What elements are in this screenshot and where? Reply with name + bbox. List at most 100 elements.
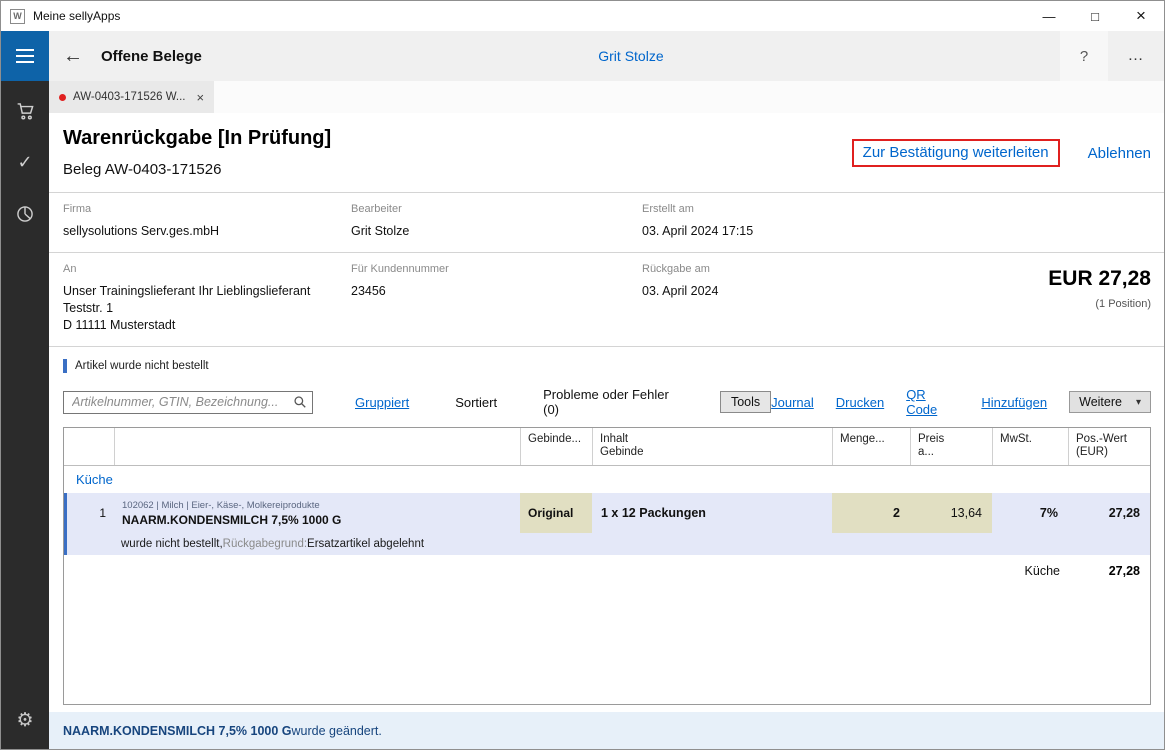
journal-link[interactable]: Journal	[771, 395, 814, 410]
preis-cell[interactable]: 13,64	[910, 493, 992, 533]
add-item-link[interactable]: Hinzufügen	[981, 395, 1047, 410]
pos-wert-cell: 27,28	[1068, 493, 1150, 533]
tab-label: AW-0403-171526 W...	[73, 91, 186, 103]
status-message: wurde geändert.	[292, 724, 382, 738]
field-label: An	[63, 263, 351, 275]
field-value: Grit Stolze	[351, 223, 642, 240]
document-tab[interactable]: AW-0403-171526 W... ×	[49, 81, 214, 113]
document-header: Warenrückgabe [In Prüfung] Beleg AW-0403…	[49, 113, 1164, 178]
row-number: 1	[64, 493, 114, 533]
position-count: (1 Position)	[872, 298, 1151, 310]
not-ordered-indicator-icon	[63, 359, 67, 373]
field-value: 03. April 2024 17:15	[642, 223, 1151, 240]
close-window-button[interactable]: ×	[1118, 1, 1164, 31]
item-toolbar: Gruppiert Sortiert Probleme oder Fehler …	[49, 384, 1164, 427]
note-reason-value: Ersatzartikel abgelehnt	[307, 538, 424, 550]
field-rueckgabe-am: Rückgabe am 03. April 2024	[642, 263, 872, 334]
items-table: Gebinde... Inhalt Gebinde Menge... Preis…	[63, 427, 1151, 705]
summary-group-value: 27,28	[1068, 564, 1150, 578]
page-title: Offene Belege	[101, 48, 202, 65]
table-header-row: Gebinde... Inhalt Gebinde Menge... Preis…	[64, 428, 1150, 466]
field-erstellt-am: Erstellt am 03. April 2024 17:15	[642, 203, 1151, 240]
cart-icon	[15, 100, 36, 121]
legend-label: Artikel wurde nicht bestellt	[75, 360, 209, 372]
chevron-down-icon: ▾	[1136, 397, 1141, 408]
table-empty-area	[64, 587, 1150, 704]
total-amount: EUR 27,28	[872, 267, 1151, 291]
table-header-empty	[64, 428, 114, 465]
group-label: Küche	[76, 472, 113, 487]
gebinde-cell[interactable]: Original	[520, 493, 592, 533]
field-label: Für Kundennummer	[351, 263, 642, 275]
app-window: W Meine sellyApps — □ × ✓	[0, 0, 1165, 750]
tab-close-icon[interactable]: ×	[197, 90, 205, 105]
main-area: ← Offene Belege Grit Stolze ? … AW-0403-…	[49, 31, 1164, 749]
field-label: Erstellt am	[642, 203, 1151, 215]
field-firma: Firma sellysolutions Serv.ges.mbH	[63, 203, 351, 240]
problems-filter[interactable]: Probleme oder Fehler (0)	[543, 387, 688, 417]
qr-code-link[interactable]: QR Code	[906, 387, 959, 417]
window-title: Meine sellyApps	[33, 9, 1026, 23]
reject-link[interactable]: Ablehnen	[1088, 145, 1151, 162]
pie-chart-icon	[15, 204, 35, 224]
minimize-button[interactable]: —	[1026, 1, 1072, 31]
settings-button[interactable]: ⚙	[1, 697, 49, 743]
gear-icon: ⚙	[16, 709, 33, 732]
row-note: wurde nicht bestellt, Rückgabegrund: Ers…	[64, 533, 1150, 555]
help-button[interactable]: ?	[1060, 31, 1108, 81]
field-label: Rückgabe am	[642, 263, 872, 275]
table-header-inhalt[interactable]: Inhalt Gebinde	[592, 428, 832, 465]
grouped-toggle[interactable]: Gruppiert	[355, 395, 409, 410]
current-user[interactable]: Grit Stolze	[202, 48, 1060, 64]
note-reason-label: Rückgabegrund:	[223, 538, 307, 550]
summary-group-label: Küche	[64, 564, 1068, 578]
tools-button[interactable]: Tools	[720, 391, 771, 413]
inhalt-gebinde-cell: 1 x 12 Packungen	[592, 493, 832, 533]
app-logo-icon: W	[10, 9, 25, 24]
field-kundennummer: Für Kundennummer 23456	[351, 263, 642, 334]
tab-strip: AW-0403-171526 W... ×	[49, 81, 1164, 113]
group-row[interactable]: Küche	[64, 466, 1150, 493]
table-header-gebinde[interactable]: Gebinde...	[520, 428, 592, 465]
field-label: Bearbeiter	[351, 203, 642, 215]
hamburger-icon	[16, 49, 34, 51]
table-header-article	[114, 428, 520, 465]
document-total: EUR 27,28 (1 Position)	[872, 263, 1151, 334]
field-value: Unser Trainingslieferant Ihr Lieblingsli…	[63, 283, 351, 334]
sidebar-item-tasks[interactable]: ✓	[1, 139, 49, 185]
forward-for-confirmation-link[interactable]: Zur Bestätigung weiterleiten	[863, 144, 1049, 161]
forward-highlight-box: Zur Bestätigung weiterleiten	[852, 139, 1060, 167]
mwst-cell: 7%	[992, 493, 1068, 533]
table-header-pos-wert[interactable]: Pos.-Wert (EUR)	[1068, 428, 1150, 465]
more-options-button[interactable]: …	[1108, 31, 1164, 81]
document-number: Beleg AW-0403-171526	[63, 161, 331, 178]
sidebar: ✓ ⚙	[1, 31, 49, 749]
sidebar-item-cart[interactable]	[1, 87, 49, 133]
article-cell: 102062 | Milch | Eier-, Käse-, Molkereip…	[114, 493, 520, 533]
legend: Artikel wurde nicht bestellt	[49, 346, 1164, 384]
table-row[interactable]: 1 102062 | Milch | Eier-, Käse-, Molkere…	[64, 493, 1150, 533]
field-value: sellysolutions Serv.ges.mbH	[63, 223, 351, 240]
back-button[interactable]: ←	[63, 45, 83, 68]
menge-cell[interactable]: 2	[832, 493, 910, 533]
status-bar: NAARM.KONDENSMILCH 7,5% 1000 G wurde geä…	[49, 712, 1164, 749]
field-an: An Unser Trainingslieferant Ihr Liebling…	[63, 263, 351, 334]
more-actions-dropdown[interactable]: Weitere ▾	[1069, 391, 1151, 413]
sidebar-item-statistics[interactable]	[1, 191, 49, 237]
table-header-mwst[interactable]: MwSt.	[992, 428, 1068, 465]
check-icon: ✓	[17, 152, 32, 173]
table-header-preis[interactable]: Preis a...	[910, 428, 992, 465]
hamburger-menu-button[interactable]	[1, 31, 49, 81]
group-summary-row: Küche 27,28	[64, 555, 1150, 587]
field-label: Firma	[63, 203, 351, 215]
print-link[interactable]: Drucken	[836, 395, 884, 410]
sorted-toggle[interactable]: Sortiert	[455, 395, 497, 410]
search-input[interactable]	[63, 391, 313, 414]
info-row-1: Firma sellysolutions Serv.ges.mbH Bearbe…	[49, 192, 1164, 252]
search-icon	[293, 395, 307, 409]
field-bearbeiter: Bearbeiter Grit Stolze	[351, 203, 642, 240]
title-bar: W Meine sellyApps — □ ×	[1, 1, 1164, 31]
maximize-button[interactable]: □	[1072, 1, 1118, 31]
note-text: wurde nicht bestellt,	[121, 538, 223, 550]
table-header-menge[interactable]: Menge...	[832, 428, 910, 465]
